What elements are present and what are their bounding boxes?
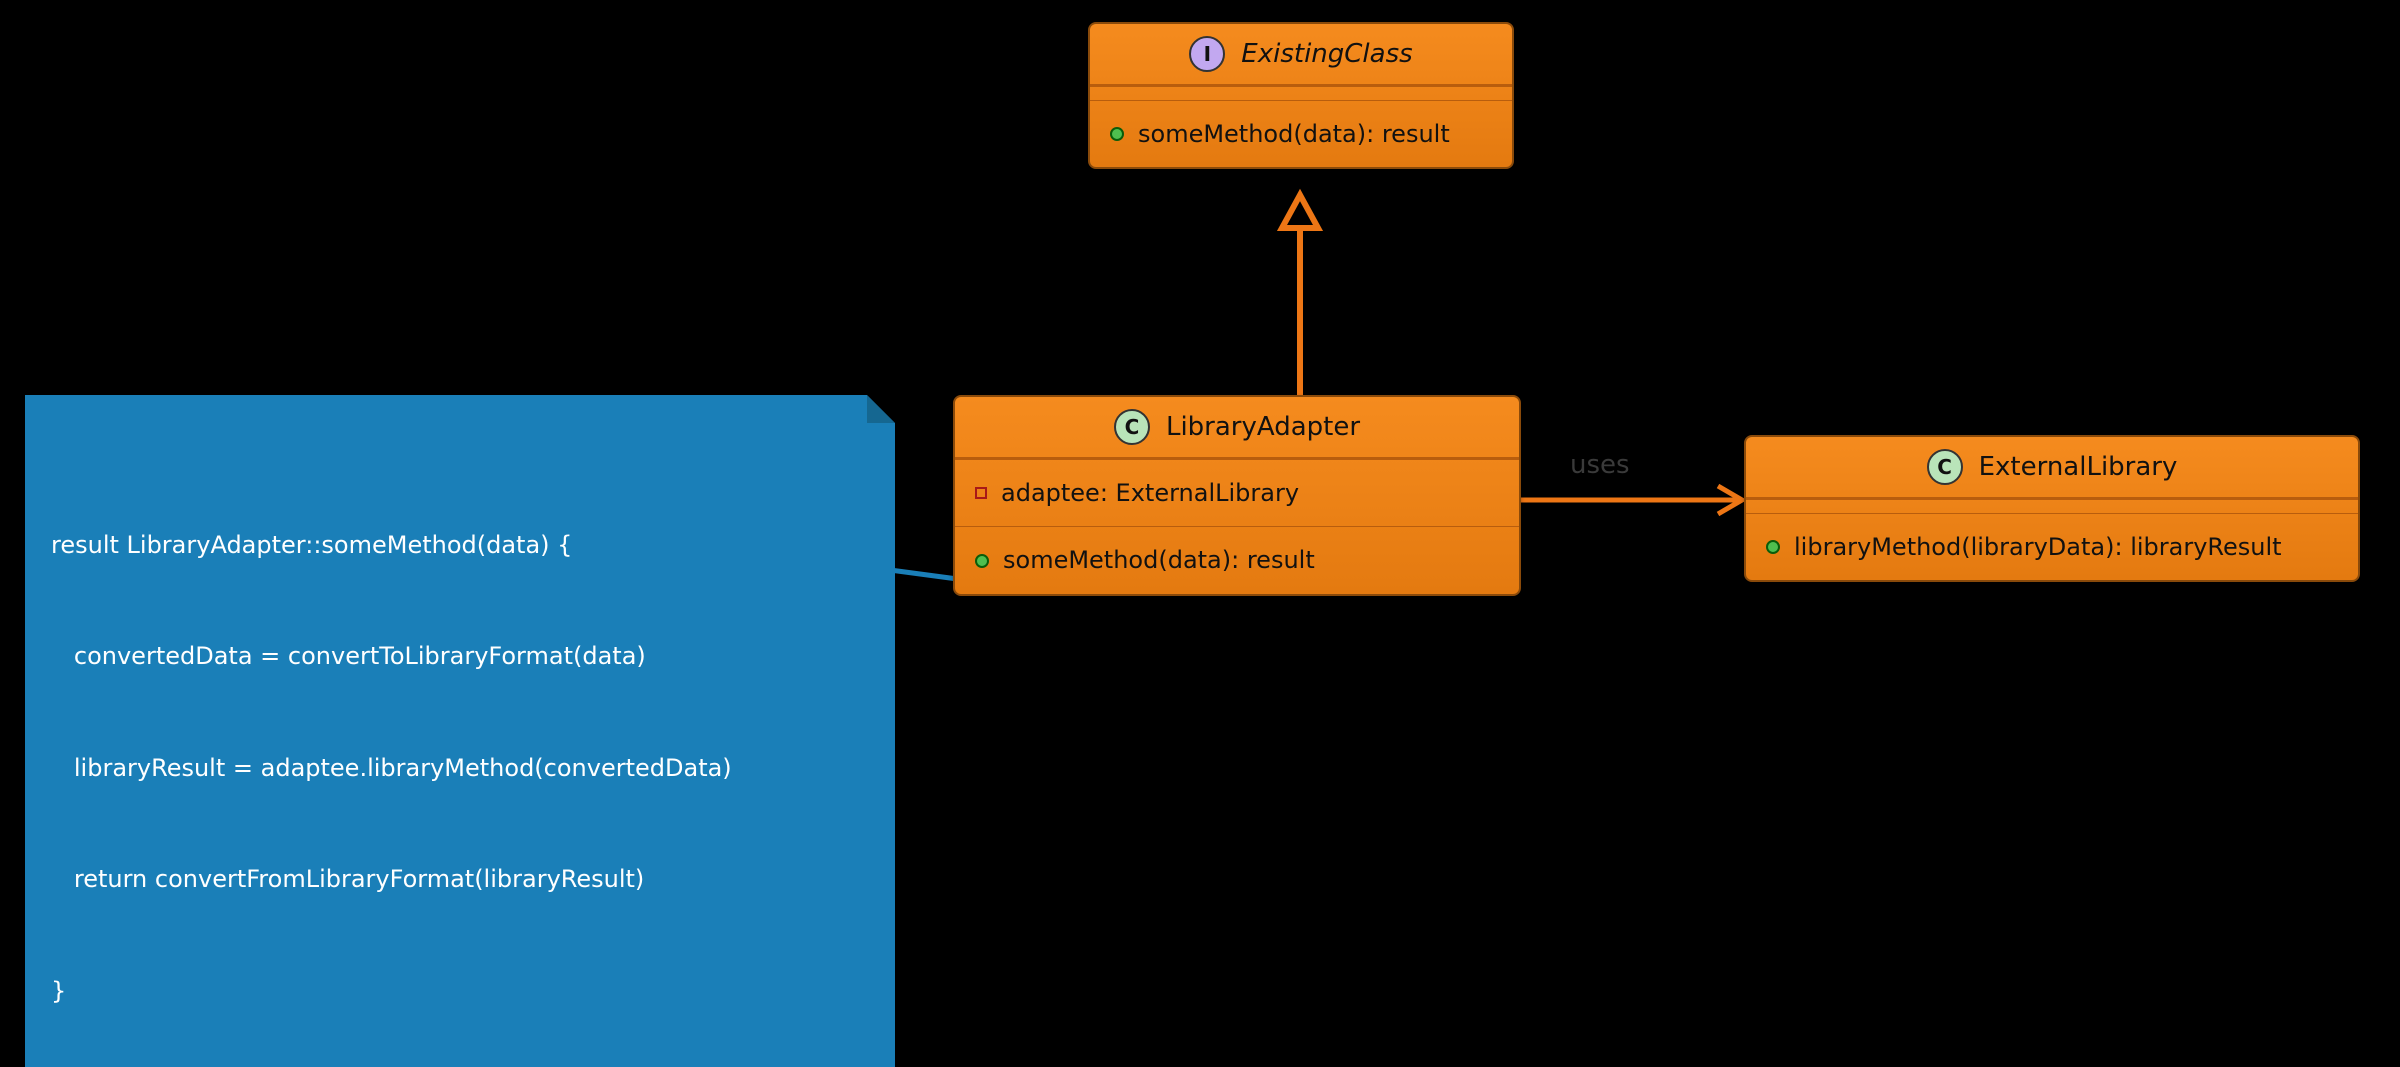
class-existing: I ExistingClass someMethod(data): result — [1088, 22, 1514, 169]
note-pseudocode: result LibraryAdapter::someMethod(data) … — [25, 395, 895, 1067]
class-icon: C — [1927, 449, 1963, 485]
interface-icon: I — [1189, 36, 1225, 72]
public-icon — [1766, 540, 1780, 554]
class-external-attrs-empty — [1746, 499, 2358, 513]
class-adapter: C LibraryAdapter adaptee: ExternalLibrar… — [953, 395, 1521, 596]
class-icon: C — [1114, 409, 1150, 445]
note-line: result LibraryAdapter::someMethod(data) … — [51, 527, 869, 564]
method-row: someMethod(data): result — [975, 541, 1499, 579]
note-line: } — [51, 973, 869, 1010]
method-text: someMethod(data): result — [1003, 541, 1315, 579]
edge-label-uses: uses — [1570, 450, 1630, 480]
method-text: libraryMethod(libraryData): libraryResul… — [1794, 528, 2282, 566]
class-adapter-header: C LibraryAdapter — [955, 397, 1519, 459]
note-fold-icon — [867, 395, 895, 423]
public-icon — [1110, 127, 1124, 141]
class-external: C ExternalLibrary libraryMethod(libraryD… — [1744, 435, 2360, 582]
note-line: convertedData = convertToLibraryFormat(d… — [51, 638, 869, 675]
method-row: someMethod(data): result — [1110, 115, 1492, 153]
public-icon — [975, 554, 989, 568]
attr-text: adaptee: ExternalLibrary — [1001, 474, 1299, 512]
class-existing-name: ExistingClass — [1241, 39, 1412, 69]
class-external-name: ExternalLibrary — [1979, 452, 2178, 482]
class-existing-header: I ExistingClass — [1090, 24, 1512, 86]
class-external-header: C ExternalLibrary — [1746, 437, 2358, 499]
method-row: libraryMethod(libraryData): libraryResul… — [1766, 528, 2338, 566]
class-external-methods: libraryMethod(libraryData): libraryResul… — [1746, 513, 2358, 580]
note-line: return convertFromLibraryFormat(libraryR… — [51, 861, 869, 898]
class-existing-attrs-empty — [1090, 86, 1512, 100]
class-adapter-methods: someMethod(data): result — [955, 526, 1519, 593]
class-adapter-attrs: adaptee: ExternalLibrary — [955, 459, 1519, 526]
note-line: libraryResult = adaptee.libraryMethod(co… — [51, 750, 869, 787]
private-icon — [975, 487, 987, 499]
class-existing-methods: someMethod(data): result — [1090, 100, 1512, 167]
method-text: someMethod(data): result — [1138, 115, 1450, 153]
class-adapter-name: LibraryAdapter — [1166, 412, 1360, 442]
attr-row: adaptee: ExternalLibrary — [975, 474, 1499, 512]
